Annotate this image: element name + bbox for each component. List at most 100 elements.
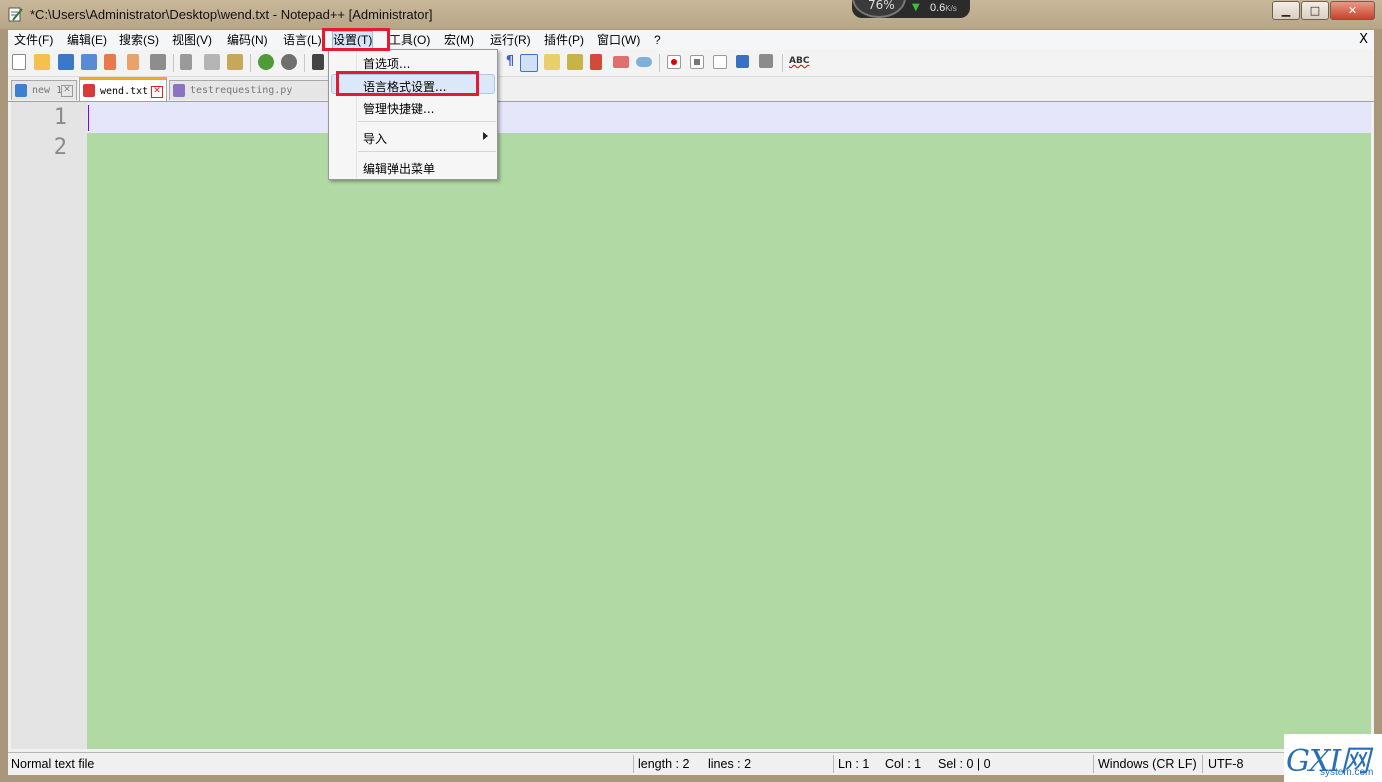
line-number: 1 [53,105,67,130]
file-saved-icon [173,84,185,97]
speed-unit: K/s [945,4,957,13]
toolbar-separator [659,54,660,72]
user-lang-icon[interactable] [544,54,560,70]
menu-macro[interactable]: 宏(M) [444,32,474,48]
tab-close-icon[interactable]: ✕ [151,86,163,98]
toolbar-separator [304,54,305,72]
close-button[interactable]: ✕ [1330,1,1375,20]
watermark-site: system.com [1320,767,1374,778]
menu-edit[interactable]: 编辑(E) [67,32,107,48]
close-document-x[interactable]: X [1359,32,1368,47]
tab-wend-txt[interactable]: wend.txt ✕ [79,77,167,101]
usage-percent: 76% [868,0,895,12]
tab-testrequesting-py[interactable]: testrequesting.py [169,80,329,100]
line-number: 2 [53,135,67,160]
new-file-icon[interactable] [12,54,26,70]
menu-edit-popup-context[interactable]: 编辑弹出菜单 [363,160,435,177]
stop-macro-icon[interactable] [690,55,704,69]
maximize-button[interactable]: □ [1301,1,1329,20]
close-all-icon[interactable] [127,54,139,70]
toolbar-separator [782,54,783,72]
save-macro-icon[interactable] [759,54,773,68]
usage-ring: 76% [852,0,906,18]
file-saved-icon [15,84,27,97]
status-separator [633,755,634,773]
doc-map-icon[interactable] [567,54,583,70]
tab-label: new 1 [32,85,63,96]
status-eol: Windows (CR LF) [1098,757,1197,771]
tab-label: testrequesting.py [190,85,293,96]
status-ln: Ln : 1 [838,757,870,771]
menu-encoding[interactable]: 编码(N) [227,32,268,48]
status-file-type: Normal text file [11,757,95,771]
window-title: *C:\Users\Administrator\Desktop\wend.txt… [30,7,433,22]
redo-icon[interactable] [281,54,297,70]
annotation-box-style-configurator [336,71,479,96]
status-lines: lines : 2 [708,757,752,771]
status-sel: Sel : 0 | 0 [938,757,991,771]
menu-view[interactable]: 视图(V) [172,32,212,48]
toolbar-separator [250,54,251,72]
folder-workspace-icon[interactable] [613,56,629,68]
close-file-icon[interactable] [104,54,116,70]
menu-shortcut-mapper[interactable]: 管理快捷键... [363,100,434,117]
status-col: Col : 1 [885,757,922,771]
menu-language[interactable]: 语言(L) [283,32,322,48]
tab-bar: new 1 ✕ wend.txt ✕ testrequesting.py [8,77,1374,102]
toolbar-separator [173,54,174,72]
run-macro-multiple-icon[interactable] [736,55,749,68]
save-icon[interactable] [58,54,74,70]
client-area: 文件(F) 编辑(E) 搜索(S) 视图(V) 编码(N) 语言(L) 设置(T… [8,30,1374,775]
cut-icon[interactable] [180,54,192,70]
menu-help[interactable]: ? [654,32,661,48]
show-all-chars-icon[interactable]: ¶ [502,54,518,70]
paste-icon[interactable] [227,54,243,70]
status-separator [1093,755,1094,773]
menu-tools[interactable]: 工具(O) [389,32,430,48]
current-line-highlight [87,102,1371,133]
spell-check-icon[interactable]: ABC [789,54,809,70]
file-modified-icon [83,84,95,97]
title-bar: *C:\Users\Administrator\Desktop\wend.txt… [0,0,1382,30]
monitoring-eye-icon[interactable] [636,57,652,67]
tab-new-1[interactable]: new 1 ✕ [11,80,77,100]
status-encoding: UTF-8 [1208,757,1244,771]
speed-value: 0.6 [930,2,946,14]
tab-label: wend.txt [100,86,149,97]
menu-plugins[interactable]: 插件(P) [544,32,584,48]
status-bar: Normal text file length : 2 lines : 2 Ln… [8,752,1374,775]
line-number-gutter: 1 2 [11,102,87,749]
find-icon[interactable] [312,54,324,70]
play-macro-icon[interactable] [713,55,727,69]
notepad-app-icon [8,7,23,22]
record-macro-icon[interactable] [667,55,681,69]
annotation-box-settings-menu [322,28,390,51]
copy-icon[interactable] [204,54,220,70]
menu-search[interactable]: 搜索(S) [119,32,159,48]
download-speed: 0.6K/s [930,2,957,14]
network-speed-widget: 76% ▼ 0.6K/s [852,0,970,18]
tab-close-icon[interactable]: ✕ [61,85,73,97]
undo-icon[interactable] [258,54,274,70]
menu-import[interactable]: 导入 [363,130,387,147]
save-all-icon[interactable] [81,54,97,70]
editor-area[interactable]: 1 2 [11,102,1371,749]
text-caret [88,105,89,131]
notepadpp-window: *C:\Users\Administrator\Desktop\wend.txt… [0,0,1382,782]
minimize-button[interactable]: ▁ [1272,1,1300,20]
open-file-icon[interactable] [34,54,50,70]
indent-guide-icon[interactable] [520,54,538,72]
window-controls: ▁ □ ✕ [1272,1,1375,20]
print-icon[interactable] [150,54,166,70]
site-watermark: GXI网 system.com [1284,734,1382,782]
toolbar: ¶ ABC [8,50,1374,77]
function-list-icon[interactable] [590,54,602,70]
menu-run[interactable]: 运行(R) [490,32,531,48]
submenu-arrow-icon [483,132,488,140]
menu-separator [358,151,496,152]
menu-file[interactable]: 文件(F) [14,32,53,48]
settings-dropdown-menu: 首选项... 语言格式设置... 管理快捷键... 导入 编辑弹出菜单 [328,49,498,180]
menu-bar: 文件(F) 编辑(E) 搜索(S) 视图(V) 编码(N) 语言(L) 设置(T… [8,30,1374,50]
menu-preferences[interactable]: 首选项... [363,55,410,72]
menu-window[interactable]: 窗口(W) [597,32,640,48]
